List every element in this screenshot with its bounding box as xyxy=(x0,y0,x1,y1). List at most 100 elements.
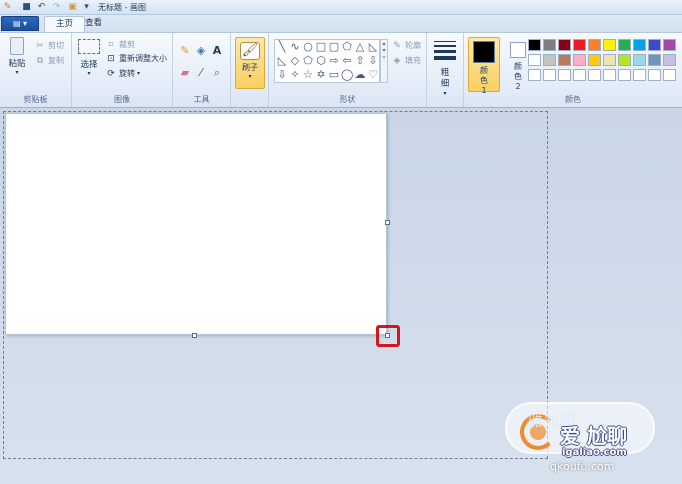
rounded-rect-shape-icon[interactable]: ▢ xyxy=(328,41,340,53)
curve-shape-icon[interactable]: ∿ xyxy=(289,41,301,53)
undo-icon[interactable]: ↶ xyxy=(36,2,47,13)
copy-button[interactable]: ⧉ 复制 xyxy=(35,55,64,66)
callout-cloud-shape-icon[interactable]: ☁ xyxy=(354,69,366,81)
palette-swatch[interactable] xyxy=(633,39,646,51)
resize-handle-right[interactable] xyxy=(385,220,390,225)
palette-swatch[interactable] xyxy=(558,54,571,66)
size-button[interactable]: 粗细 ▾ xyxy=(432,39,458,97)
save-icon[interactable]: ■ xyxy=(21,2,32,13)
brushes-button[interactable]: 🖌 刷子 ▾ xyxy=(235,37,265,89)
palette-swatch[interactable] xyxy=(588,39,601,51)
fill-button[interactable]: ◈ 填充 xyxy=(392,55,421,66)
palette-swatch[interactable] xyxy=(663,39,676,51)
fill-label: 填充 xyxy=(405,56,421,65)
new-icon[interactable]: ▣ xyxy=(67,2,78,13)
arrow-down-shape-icon[interactable]: ⇩ xyxy=(367,55,379,67)
color-picker-icon[interactable]: ⁄ xyxy=(195,67,207,79)
palette-swatch[interactable] xyxy=(528,39,541,51)
title-bar: ✎ ■ ↶ ↷ ▣ ▾ 无标题 - 画图 xyxy=(0,0,682,15)
palette-swatch[interactable] xyxy=(618,69,631,81)
star5-shape-icon[interactable]: ☆ xyxy=(302,69,314,81)
eraser-icon[interactable]: ▰ xyxy=(179,67,191,79)
select-button[interactable]: 选择 ▾ xyxy=(76,39,102,77)
chevron-down-icon: ▾ xyxy=(87,70,91,77)
app-icon[interactable]: ✎ xyxy=(2,2,13,13)
palette-swatch[interactable] xyxy=(633,69,646,81)
palette-swatch[interactable] xyxy=(573,54,586,66)
callout-oval-shape-icon[interactable]: ◯ xyxy=(341,69,353,81)
palette-swatch[interactable] xyxy=(558,69,571,81)
magnifier-icon[interactable]: ⌕ xyxy=(211,67,223,79)
palette-swatch[interactable] xyxy=(633,54,646,66)
redo-icon[interactable]: ↷ xyxy=(51,2,62,13)
text-tool-icon[interactable]: A xyxy=(211,45,223,57)
palette-swatch[interactable] xyxy=(648,54,661,66)
resize-button[interactable]: ⊡ 重新调整大小 xyxy=(106,53,167,64)
ribbon: 粘贴 ▾ ✂ 剪切 ⧉ 复制 剪贴板 选择 ▾ ⌗ 裁剪 ⊡ 重新调整大小 ⟳ 旋转 ▾ … xyxy=(0,32,682,108)
resize-handle-bottom[interactable] xyxy=(192,333,197,338)
palette-swatch[interactable] xyxy=(573,39,586,51)
palette-swatch[interactable] xyxy=(528,54,541,66)
hexagon-shape-icon[interactable]: ⬡ xyxy=(315,55,327,67)
right-triangle-shape-icon[interactable]: ◺ xyxy=(367,41,379,53)
star6-shape-icon[interactable]: ✡ xyxy=(315,69,327,81)
customize-icon[interactable]: ▾ xyxy=(81,2,92,13)
palette-swatch[interactable] xyxy=(618,39,631,51)
palette-swatch[interactable] xyxy=(588,69,601,81)
watermark: 雅知园 爱 尬聊 igaliao.com qkoufu.com xyxy=(500,400,672,473)
palette-swatch[interactable] xyxy=(558,39,571,51)
shapes-scrollbar[interactable]: ▴ ▾ ▿ xyxy=(380,39,388,83)
app-menu-button[interactable]: ▤ ▾ xyxy=(1,16,39,31)
size-line-2 xyxy=(434,45,456,47)
palette-swatch[interactable] xyxy=(648,39,661,51)
triangle-shape-icon[interactable]: △ xyxy=(354,41,366,53)
oval-shape-icon[interactable]: ○ xyxy=(302,41,314,53)
paste-button[interactable]: 粘贴 ▾ xyxy=(4,37,30,76)
palette-swatch[interactable] xyxy=(603,54,616,66)
palette-swatch[interactable] xyxy=(543,54,556,66)
palette-swatch[interactable] xyxy=(603,39,616,51)
fill-icon[interactable]: ◈ xyxy=(195,45,207,57)
color1-button[interactable]: 颜色 1 xyxy=(468,37,500,95)
outline-label: 轮廓 xyxy=(405,41,421,50)
cut-button[interactable]: ✂ 剪切 xyxy=(35,40,64,51)
rectangle-shape-icon[interactable]: □ xyxy=(315,41,327,53)
select-label: 选择 xyxy=(80,60,98,70)
brushes-label: 刷子 xyxy=(242,63,258,72)
polygon-shape-icon[interactable]: ⬠ xyxy=(341,41,353,53)
arrow-down-shape-icon[interactable]: ⇩ xyxy=(276,69,288,81)
pencil-icon[interactable]: ✎ xyxy=(179,45,191,57)
image-group: 选择 ▾ ⌗ 裁剪 ⊡ 重新调整大小 ⟳ 旋转 ▾ 图像 xyxy=(72,33,173,107)
palette-swatch[interactable] xyxy=(663,54,676,66)
tools-group-label: 工具 xyxy=(193,95,210,104)
arrow-right-shape-icon[interactable]: ⇨ xyxy=(328,55,340,67)
size-group: 粗细 ▾ xyxy=(427,33,464,107)
callout-rect-shape-icon[interactable]: ▭ xyxy=(328,69,340,81)
line-shape-icon[interactable]: ╲ xyxy=(276,41,288,53)
tab-view[interactable]: 查看 xyxy=(74,16,113,32)
diamond-shape-icon[interactable]: ◇ xyxy=(289,55,301,67)
chevron-down-icon: ▾ xyxy=(15,69,19,76)
palette-swatch[interactable] xyxy=(573,69,586,81)
outline-button[interactable]: ✎ 轮廓 xyxy=(392,40,421,51)
right-triangle-shape-icon[interactable]: ◺ xyxy=(276,55,288,67)
palette-swatch[interactable] xyxy=(648,69,661,81)
palette-swatch[interactable] xyxy=(603,69,616,81)
size-line-4 xyxy=(434,56,456,60)
crop-button[interactable]: ⌗ 裁剪 xyxy=(106,39,135,50)
resize-icon: ⊡ xyxy=(107,53,115,64)
arrow-left-shape-icon[interactable]: ⇦ xyxy=(341,55,353,67)
palette-swatch[interactable] xyxy=(663,69,676,81)
star4-shape-icon[interactable]: ✧ xyxy=(289,69,301,81)
drawing-canvas[interactable] xyxy=(5,113,387,335)
palette-swatch[interactable] xyxy=(543,69,556,81)
select-icon xyxy=(78,39,100,54)
arrow-up-shape-icon[interactable]: ⇧ xyxy=(354,55,366,67)
palette-swatch[interactable] xyxy=(543,39,556,51)
palette-swatch[interactable] xyxy=(528,69,541,81)
rotate-button[interactable]: ⟳ 旋转 ▾ xyxy=(106,68,140,79)
palette-swatch[interactable] xyxy=(588,54,601,66)
palette-swatch[interactable] xyxy=(618,54,631,66)
pentagon-shape-icon[interactable]: ⬠ xyxy=(302,55,314,67)
heart-shape-icon[interactable]: ♡ xyxy=(367,69,379,81)
